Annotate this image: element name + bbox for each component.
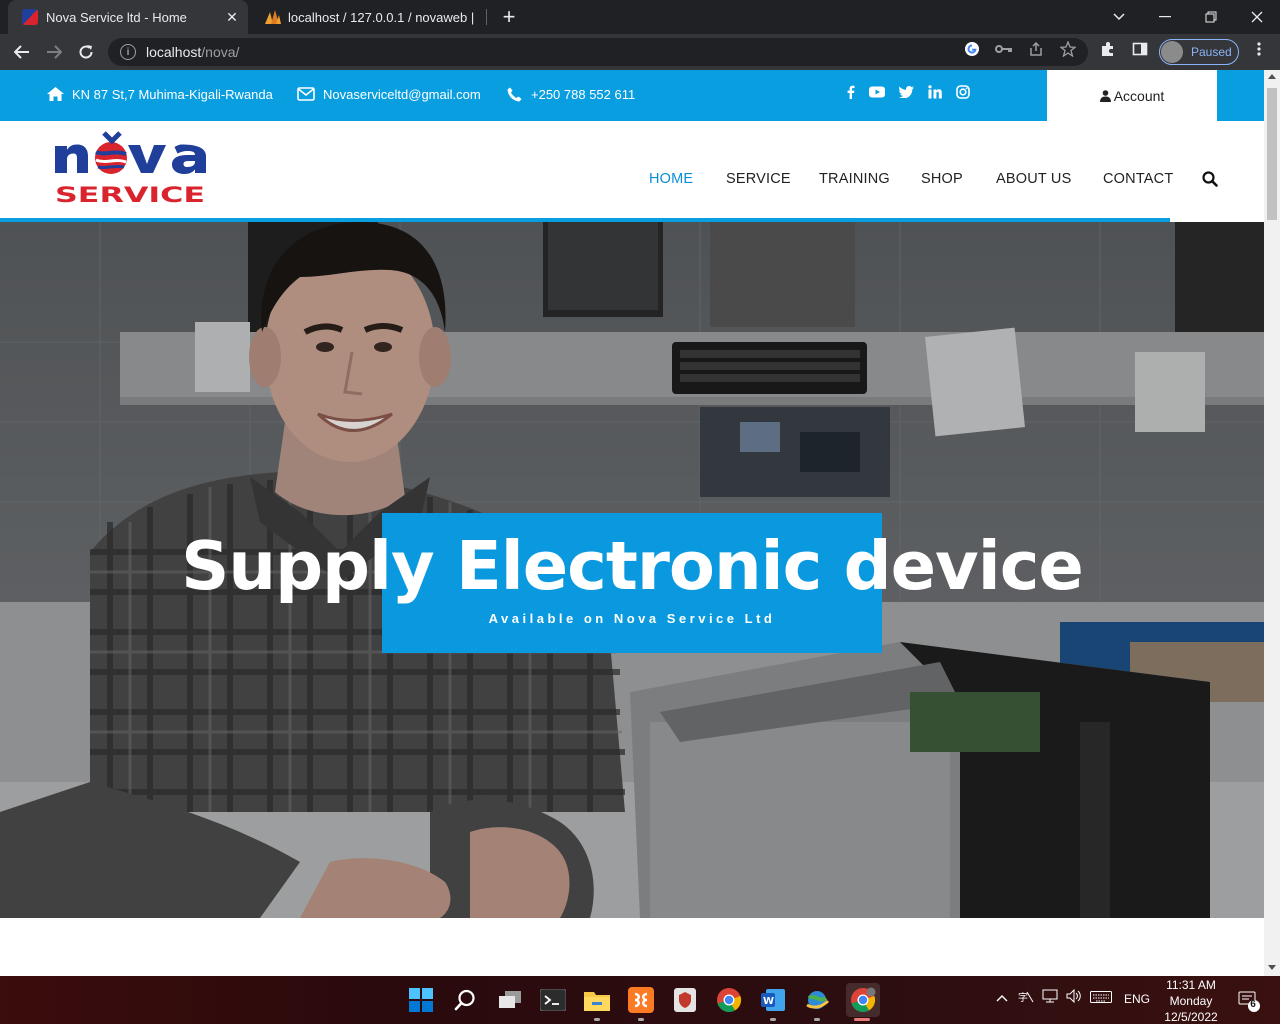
facebook-icon[interactable] [843,84,859,100]
nav-service[interactable]: SERVICE [726,171,791,187]
xampp-icon[interactable] [626,985,656,1015]
nav-about-us[interactable]: ABOUT US [996,171,1071,187]
new-tab-button[interactable]: + [496,4,522,30]
file-explorer-icon[interactable] [582,985,612,1015]
site-info-icon[interactable]: i [120,44,136,60]
volume-icon[interactable] [1066,988,1082,1006]
address-bar[interactable]: i localhost/nova/ [108,38,1088,66]
language-bar-icon[interactable]: 字 [1018,990,1034,1007]
address-item: KN 87 St,7 Muhima-Kigali-Rwanda [46,86,273,102]
tab-title: localhost / 127.0.0.1 / novaweb | [288,9,475,25]
chrome-icon[interactable] [714,985,744,1015]
terminal-icon[interactable] [538,985,568,1015]
forward-button[interactable] [40,38,68,66]
touch-keyboard-icon[interactable] [1090,991,1112,1006]
running-indicator [594,1018,600,1021]
twitter-icon[interactable] [898,84,914,100]
side-panel-icon[interactable] [1131,40,1149,58]
nav-shop[interactable]: SHOP [921,171,963,187]
phone-icon [505,86,523,102]
reload-button[interactable] [72,38,100,66]
active-indicator [854,1018,870,1021]
hero-title: Supply Electronic device [181,527,1084,605]
running-indicator [814,1018,820,1021]
tab-title: Nova Service ltd - Home [46,9,187,25]
url-path: /nova/ [201,44,240,60]
clock-day: Monday [1169,994,1213,1008]
windows-start-icon[interactable] [406,985,436,1015]
password-key-icon[interactable] [995,40,1013,58]
nav-home[interactable]: HOME [649,171,693,187]
nova-service-logo[interactable]: SERVICE [54,128,208,207]
web-page: KN 87 St,7 Muhima-Kigali-Rwanda Novaserv… [0,70,1264,976]
profile-status: Paused [1191,45,1232,59]
notification-count: 6 [1250,999,1256,1010]
address-text: KN 87 St,7 Muhima-Kigali-Rwanda [72,86,273,102]
scrollbar-thumb[interactable] [1267,88,1277,220]
app-shield-icon[interactable] [670,985,700,1015]
svg-text:字: 字 [1018,991,1028,1004]
nova-favicon [22,9,38,25]
url-host: localhost [146,44,202,60]
envelope-icon [297,86,315,102]
tray-chevron-icon[interactable] [996,991,1008,1005]
profile-avatar [1161,41,1183,63]
home-icon [46,86,64,102]
close-window-button[interactable] [1235,0,1279,34]
windows-taskbar: W 字 ENG 11:31 AM Monday 12/5/2022 6 [0,976,1280,1024]
account-label: Account [1113,87,1165,104]
search-icon[interactable] [1202,171,1218,187]
share-icon[interactable] [1027,40,1045,58]
hero-subtitle: Available on Nova Service Ltd [488,611,776,626]
bookmark-star-icon[interactable] [1059,40,1077,58]
scroll-down-arrow-icon[interactable] [1268,965,1276,970]
instagram-icon[interactable] [955,84,971,100]
linkedin-icon[interactable] [927,84,943,100]
task-view-icon[interactable] [495,985,525,1015]
extensions-puzzle-icon[interactable] [1099,40,1117,58]
taskbar-search-icon[interactable] [450,985,480,1015]
scroll-up-arrow-icon[interactable] [1268,74,1276,79]
svg-text:W: W [763,996,774,1007]
tab-search-icon[interactable] [1097,0,1141,34]
word-icon[interactable]: W [758,985,788,1015]
nav-training[interactable]: TRAINING [819,171,890,187]
browser-tab-bar: Nova Service ltd - Home ✕ localhost / 12… [0,0,1280,34]
clock[interactable]: 11:31 AM Monday 12/5/2022 [1160,977,1222,1025]
tab-phpmyadmin[interactable]: localhost / 127.0.0.1 / novaweb | [250,0,486,34]
phone-text[interactable]: +250 788 552 611 [531,87,635,102]
network-globe-icon[interactable] [802,985,832,1015]
profile-paused-button[interactable]: Paused [1159,39,1239,65]
contact-top-bar: KN 87 St,7 Muhima-Kigali-Rwanda Novaserv… [0,70,1264,121]
clock-time: 11:31 AM [1166,978,1216,992]
hero-slider: Supply Electronic device Available on No… [0,222,1264,918]
running-indicator [638,1018,644,1021]
page-scrollbar[interactable] [1264,70,1280,976]
youtube-icon[interactable] [869,84,885,100]
site-header: SERVICE HOME SERVICE TRAINING SHOP ABOUT… [0,121,1264,218]
restore-button[interactable] [1189,0,1233,34]
back-button[interactable] [8,38,36,66]
email-text[interactable]: Novaserviceltd@gmail.com [323,87,481,102]
svg-text:SERVICE: SERVICE [55,183,205,204]
minimize-button[interactable] [1143,0,1187,34]
tab-divider [486,9,487,25]
user-icon [1099,89,1111,102]
network-icon[interactable] [1042,989,1058,1006]
input-language[interactable]: ENG [1124,992,1150,1006]
chrome-menu-icon[interactable] [1250,40,1268,58]
clock-date: 12/5/2022 [1164,1010,1218,1024]
phpmyadmin-favicon [264,9,281,25]
running-indicator [770,1018,776,1021]
phone-item[interactable]: +250 788 552 611 [505,86,635,102]
browser-toolbar: i localhost/nova/ Paused [0,34,1280,70]
account-button[interactable]: Account [1047,70,1217,121]
close-tab-icon[interactable]: ✕ [222,9,242,26]
notification-center-icon[interactable]: 6 [1238,990,1260,1015]
google-icon[interactable] [963,40,981,58]
tab-nova-home[interactable]: Nova Service ltd - Home ✕ [8,0,248,34]
email-item[interactable]: Novaserviceltd@gmail.com [297,86,481,102]
chrome-active-icon[interactable] [846,983,880,1017]
nav-contact[interactable]: CONTACT [1103,171,1173,187]
